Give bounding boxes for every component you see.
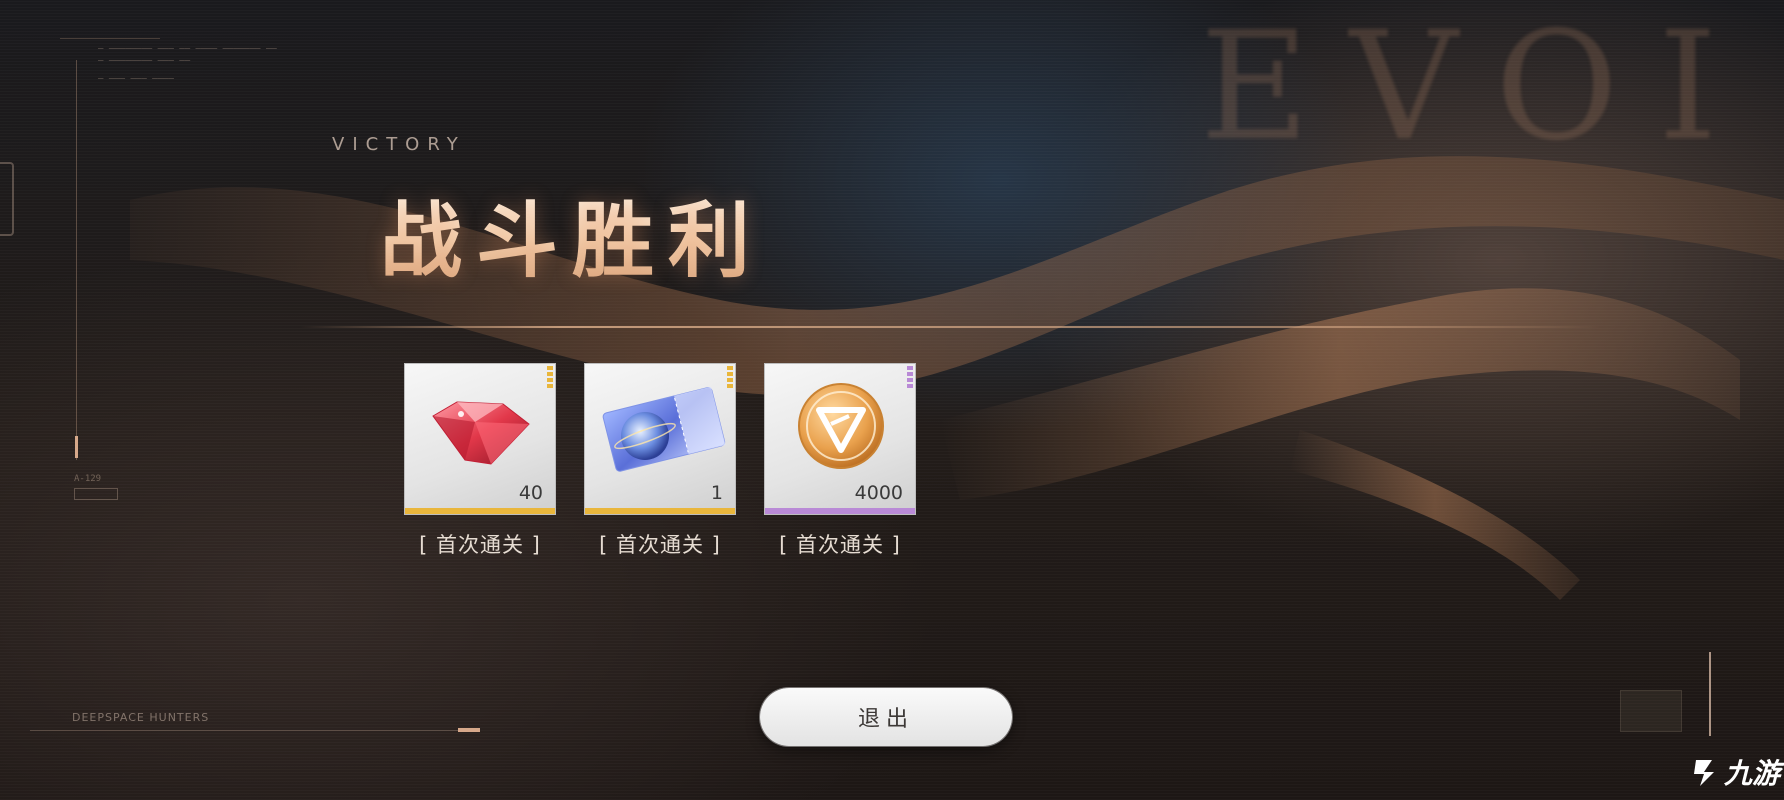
corner-panel [1620,690,1682,732]
victory-subtitle: VICTORY [332,134,466,155]
victory-title: 战斗胜利 [380,174,764,293]
reward-count: 4000 [854,482,903,504]
reward-item[interactable]: 4000 [ 首次通关 ] [764,363,918,559]
hud-text: — ——— ——— ———— [98,74,174,84]
reward-item[interactable]: 40 [ 首次通关 ] [404,363,558,559]
jiuyou-logo-icon [1694,760,1714,786]
first-clear-tag: [ 首次通关 ] [599,533,721,557]
rarity-bar [405,508,555,514]
hud-text: — ———————— ——— —— ———— ——————— —— [98,44,277,54]
hud-code-box [74,488,118,500]
right-accent-line [1709,652,1711,736]
reward-count: 1 [710,482,723,504]
reward-card[interactable]: 1 [584,363,736,515]
corner-label: DEEPSPACE HUNTERS [72,711,210,724]
rarity-marker [907,366,913,392]
rarity-marker [727,366,733,392]
hud-code: A-129 [74,474,102,484]
battle-result-screen: EVOI — ———————— ——— —— ———— ——————— —— —… [0,0,1784,800]
reward-card[interactable]: 40 [404,363,556,515]
rarity-bar [585,508,735,514]
corner-line [30,730,480,731]
background-watermark-word: EVOI [1200,0,1758,174]
hud-vertical-line [76,60,77,460]
hud-text: — ———————— ——— —— [98,56,191,66]
corner-tick [458,728,480,732]
title-divider [300,326,1600,328]
watermark: 九游 [1690,752,1780,792]
red-gem-icon [405,364,555,484]
watermark-text: 九游 [1724,757,1781,790]
first-clear-tag: [ 首次通关 ] [779,533,901,557]
reward-count: 40 [518,482,543,504]
gold-coin-icon [765,364,915,484]
exit-button[interactable]: 退出 [760,688,1012,746]
reward-card[interactable]: 4000 [764,363,916,515]
hud-line [60,38,160,39]
reward-item[interactable]: 1 [ 首次通关 ] [584,363,738,559]
hud-tick [75,436,78,458]
ticket-card-icon [585,364,735,484]
rarity-marker [547,366,553,392]
side-handle-icon [0,162,14,236]
first-clear-tag: [ 首次通关 ] [419,533,541,557]
rarity-bar [765,508,915,514]
